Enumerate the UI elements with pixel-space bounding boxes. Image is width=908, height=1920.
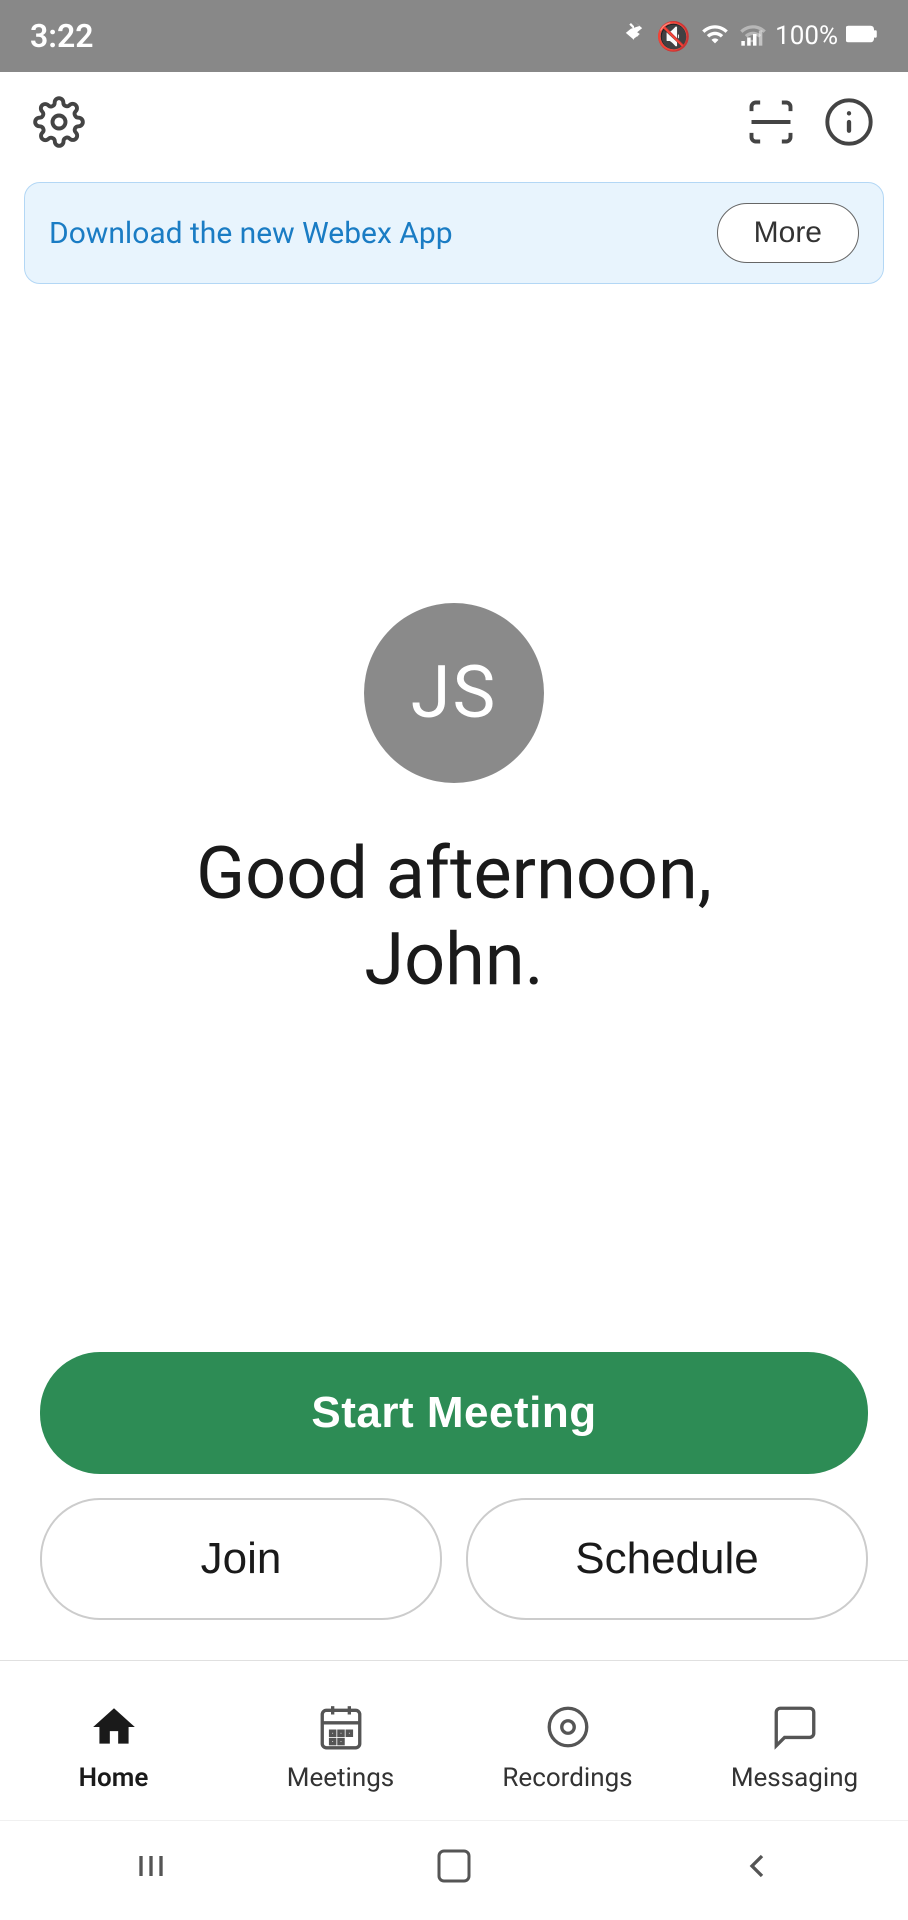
meetings-icon: [313, 1699, 369, 1755]
main-content: JS Good afternoon, John.: [0, 294, 908, 1352]
settings-icon[interactable]: [30, 93, 88, 151]
avatar: JS: [364, 603, 544, 783]
nav-meetings[interactable]: Meetings: [271, 1699, 411, 1793]
bottom-nav: Home Meetings Recordings: [0, 1660, 908, 1820]
nav-recordings-label: Recordings: [502, 1763, 632, 1793]
greeting-line1: Good afternoon,: [196, 831, 712, 916]
messaging-icon: [767, 1699, 823, 1755]
greeting-name: John.: [364, 917, 543, 1002]
battery-icon: [846, 24, 878, 48]
recordings-icon: [540, 1699, 596, 1755]
schedule-button[interactable]: Schedule: [466, 1498, 868, 1620]
top-bar-right: [742, 93, 878, 151]
status-bar: 3:22 🔇 100%: [0, 0, 908, 72]
nav-meetings-label: Meetings: [287, 1763, 394, 1793]
join-button[interactable]: Join: [40, 1498, 442, 1620]
mute-icon: 🔇: [656, 20, 691, 53]
nav-home-label: Home: [79, 1763, 149, 1793]
download-banner: Download the new Webex App More: [24, 182, 884, 284]
home-icon: [86, 1699, 142, 1755]
secondary-buttons: Join Schedule: [40, 1498, 868, 1620]
system-nav-bar: [0, 1820, 908, 1920]
home-button-icon[interactable]: [424, 1836, 484, 1896]
status-time: 3:22: [30, 17, 94, 55]
scan-icon[interactable]: [742, 93, 800, 151]
nav-recordings[interactable]: Recordings: [498, 1699, 638, 1793]
wifi-icon: [699, 20, 731, 52]
greeting-text: Good afternoon, John.: [196, 831, 712, 1004]
recent-apps-icon[interactable]: [121, 1836, 181, 1896]
top-bar: [0, 72, 908, 172]
info-icon[interactable]: [820, 93, 878, 151]
signal-icon: [739, 20, 767, 52]
avatar-initials: JS: [411, 650, 497, 735]
nav-messaging[interactable]: Messaging: [725, 1699, 865, 1793]
nav-messaging-label: Messaging: [731, 1763, 858, 1793]
start-meeting-button[interactable]: Start Meeting: [40, 1352, 868, 1474]
more-button[interactable]: More: [717, 203, 859, 263]
status-icons: 🔇 100%: [620, 20, 878, 53]
battery-level: 100%: [775, 21, 838, 51]
banner-text: Download the new Webex App: [49, 216, 453, 251]
bluetooth-icon: [620, 20, 648, 52]
nav-home[interactable]: Home: [44, 1699, 184, 1793]
action-buttons: Start Meeting Join Schedule: [0, 1352, 908, 1660]
back-button-icon[interactable]: [727, 1836, 787, 1896]
